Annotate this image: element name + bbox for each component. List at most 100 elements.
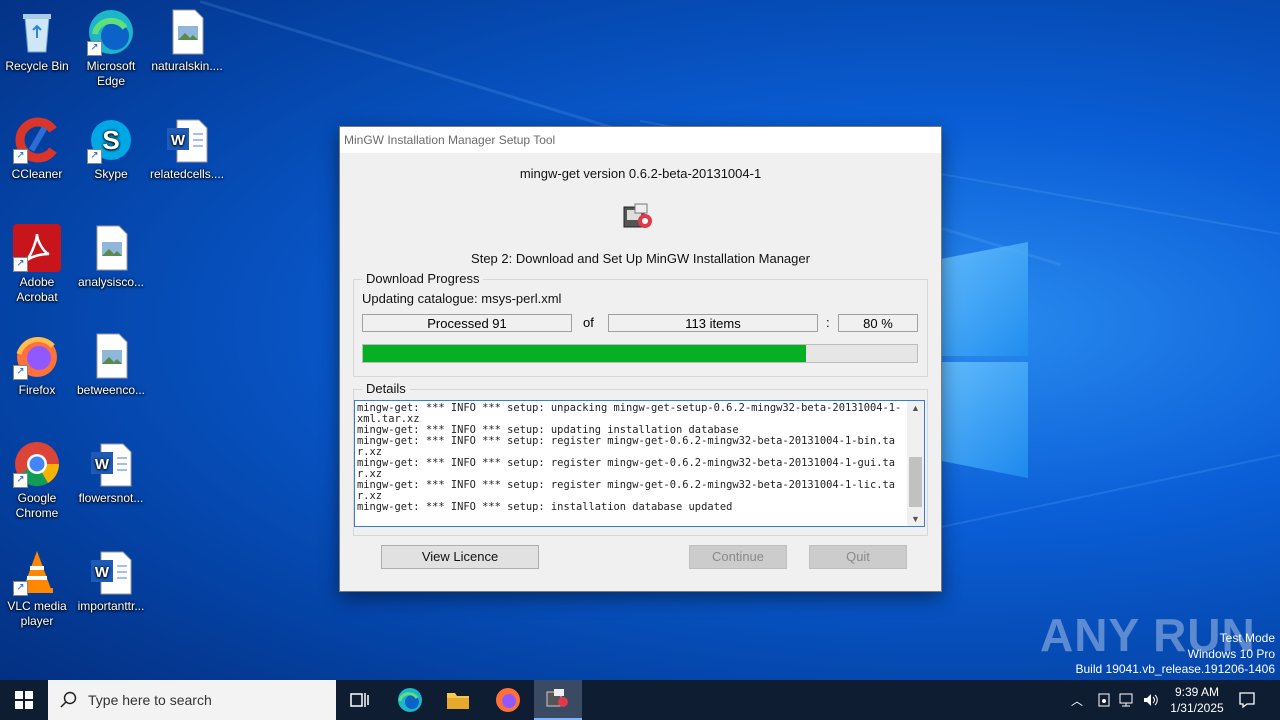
desktop-icon-label: flowersnot... xyxy=(78,491,144,505)
desktop-icon-skype[interactable]: S ↗ Skype xyxy=(74,116,148,182)
log-text: mingw-get: *** INFO *** setup: unpacking… xyxy=(357,402,902,513)
desktop-icon-label: VLC media player xyxy=(7,599,67,628)
desktop-icon-acrobat[interactable]: ↗ Adobe Acrobat xyxy=(0,224,74,305)
skype-icon: S ↗ xyxy=(87,116,135,164)
desktop-icon-label: Recycle Bin xyxy=(5,59,69,73)
desktop-icon-firefox[interactable]: ↗ Firefox xyxy=(0,332,74,398)
edge-icon: ↗ xyxy=(87,8,135,56)
details-label: Details xyxy=(362,381,410,396)
progress-bar-fill xyxy=(363,345,807,362)
desktop-icon-label: Adobe Acrobat xyxy=(16,275,58,304)
search-placeholder: Type here to search xyxy=(88,692,212,708)
desktop-icon-label: analysisco... xyxy=(77,275,145,289)
log-scrollbar[interactable]: ▲ ▼ xyxy=(907,401,924,526)
svg-text:W: W xyxy=(95,456,110,473)
firefox-icon xyxy=(496,688,520,712)
desktop-icon-label: Firefox xyxy=(18,383,56,397)
show-hidden-icons[interactable]: ︿ xyxy=(1071,692,1083,709)
desktop-icon-vlc[interactable]: ↗ VLC media player xyxy=(0,548,74,629)
clock-time: 9:39 AM xyxy=(1174,685,1220,699)
shortcut-arrow-icon: ↗ xyxy=(13,257,28,272)
word-document-icon: W xyxy=(87,440,135,488)
step-text: Step 2: Download and Set Up MinGW Instal… xyxy=(471,251,810,266)
download-progress-label: Download Progress xyxy=(362,271,484,286)
desktop-icon-importanttr[interactable]: W importanttr... xyxy=(74,548,148,614)
view-licence-button[interactable]: View Licence xyxy=(381,545,539,569)
of-label: of xyxy=(583,315,594,330)
ccleaner-icon: ↗ xyxy=(13,116,61,164)
desktop-icon-ccleaner[interactable]: ↗ CCleaner xyxy=(0,116,74,182)
image-file-icon xyxy=(163,8,211,56)
colon-label: : xyxy=(826,315,830,330)
quit-button[interactable]: Quit xyxy=(809,545,907,569)
desktop-icon-label: naturalskin.... xyxy=(151,59,223,73)
windows-icon xyxy=(15,691,33,709)
total-items: 113 items xyxy=(608,314,818,332)
svg-text:W: W xyxy=(95,564,110,581)
desktop-icon-label: CCleaner xyxy=(11,167,63,181)
setup-tool-icon xyxy=(546,689,568,707)
progress-bar xyxy=(362,344,918,363)
shortcut-arrow-icon: ↗ xyxy=(13,473,28,488)
desktop-icon-naturalskin[interactable]: naturalskin.... xyxy=(150,8,224,74)
notifications-icon[interactable] xyxy=(1238,691,1256,709)
edition-line: Windows 10 Pro xyxy=(1187,646,1275,661)
chrome-icon: ↗ xyxy=(13,440,61,488)
image-file-icon xyxy=(87,224,135,272)
volume-icon[interactable] xyxy=(1142,692,1160,708)
edge-icon xyxy=(398,688,422,712)
desktop-icon-recycle-bin[interactable]: Recycle Bin xyxy=(0,8,74,74)
task-view-button[interactable] xyxy=(336,680,384,720)
desktop-icon-analysisco[interactable]: analysisco... xyxy=(74,224,148,290)
shortcut-arrow-icon: ↗ xyxy=(13,581,28,596)
shortcut-arrow-icon: ↗ xyxy=(87,149,102,164)
version-text: mingw-get version 0.6.2-beta-20131004-1 xyxy=(519,166,762,181)
taskbar-file-explorer[interactable] xyxy=(434,680,482,720)
desktop-icon-chrome[interactable]: ↗ Google Chrome xyxy=(0,440,74,521)
setup-tool-icon xyxy=(621,201,655,233)
taskbar-mingw-setup[interactable] xyxy=(534,680,582,720)
acrobat-icon: ↗ xyxy=(13,224,61,272)
start-button[interactable] xyxy=(0,680,48,720)
desktop-icon-relatedcells[interactable]: W relatedcells.... xyxy=(150,116,224,182)
desktop-icon-label: Microsoft Edge xyxy=(86,59,136,88)
desktop-icon-label: importanttr... xyxy=(77,599,145,613)
scroll-down-icon[interactable]: ▼ xyxy=(911,514,920,524)
desktop-icon-label: betweenco... xyxy=(76,383,146,397)
task-view-icon xyxy=(350,693,369,707)
desktop-icon-flowersnot[interactable]: W flowersnot... xyxy=(74,440,148,506)
desktop-icon-label: Google Chrome xyxy=(15,491,59,520)
processed-count: Processed 91 xyxy=(362,314,572,332)
clock[interactable]: 9:39 AM 1/31/2025 xyxy=(1166,684,1228,716)
scrollbar-thumb[interactable] xyxy=(909,457,922,507)
build-line: Build 19041.vb_release.191206-1406 xyxy=(1075,662,1276,676)
word-document-icon: W xyxy=(87,548,135,596)
percent-field: 80 % xyxy=(838,314,918,332)
shortcut-arrow-icon: ↗ xyxy=(13,149,28,164)
search-icon xyxy=(60,691,77,708)
test-mode-text: Test Mode Windows 10 Pro Build 19041.vb_… xyxy=(1076,631,1276,678)
scroll-up-icon[interactable]: ▲ xyxy=(911,403,920,413)
folder-icon xyxy=(447,693,469,709)
desktop-icon-edge[interactable]: ↗ Microsoft Edge xyxy=(74,8,148,89)
taskbar-firefox[interactable] xyxy=(484,680,532,720)
desktop-icon-label: relatedcells.... xyxy=(150,167,225,181)
test-mode-line: Test Mode xyxy=(1219,631,1275,645)
desktop-icon-betweenco[interactable]: betweenco... xyxy=(74,332,148,398)
details-log[interactable]: mingw-get: *** INFO *** setup: unpacking… xyxy=(354,400,925,527)
word-document-icon: W xyxy=(163,116,211,164)
clock-date: 1/31/2025 xyxy=(1170,701,1224,715)
taskbar-search-box[interactable]: Type here to search xyxy=(48,680,336,720)
network-icon[interactable] xyxy=(1119,692,1137,708)
tray-app-icon[interactable] xyxy=(1096,692,1112,708)
setup-dialog: MinGW Installation Manager Setup Tool mi… xyxy=(339,126,942,592)
shortcut-arrow-icon: ↗ xyxy=(13,365,28,380)
recycle-bin-icon xyxy=(13,8,61,56)
vlc-icon: ↗ xyxy=(13,548,61,596)
continue-button[interactable]: Continue xyxy=(689,545,787,569)
dialog-title[interactable]: MinGW Installation Manager Setup Tool xyxy=(340,127,941,153)
svg-text:W: W xyxy=(171,132,186,149)
taskbar-edge[interactable] xyxy=(386,680,434,720)
taskbar: Type here to search ︿ 9:39 AM 1/31/2025 xyxy=(0,680,1280,720)
image-file-icon xyxy=(87,332,135,380)
